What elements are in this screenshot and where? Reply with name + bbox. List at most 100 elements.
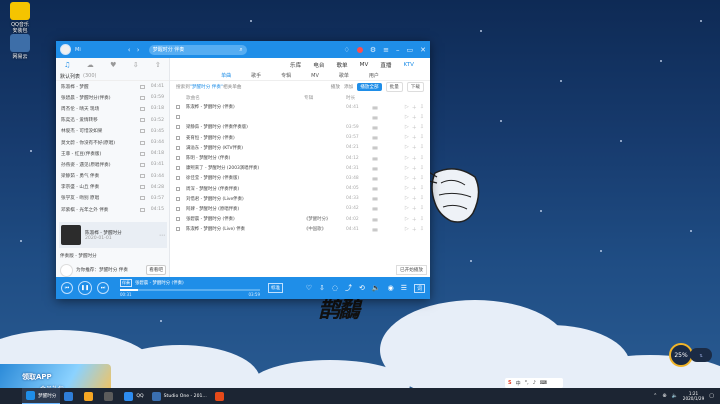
user-name[interactable]: Mi xyxy=(75,47,81,53)
more-icon[interactable]: ⋯ xyxy=(159,232,165,239)
add-icon[interactable]: ＋ xyxy=(412,185,417,192)
download-icon[interactable]: ⇩ xyxy=(133,61,139,69)
desktop-icon-qqmusic[interactable]: QQ音乐 安装包 xyxy=(3,2,37,34)
network-icon[interactable]: ⊕ xyxy=(662,393,666,399)
table-row[interactable]: 梁静茹 - 梦醒时分 (伴奏伴奏版) 03:59 ▮▮▮▮ ▷ ＋ ⇩ xyxy=(170,122,430,132)
mv-icon[interactable] xyxy=(139,207,145,212)
close-icon[interactable]: ✕ xyxy=(420,46,426,54)
playlist-item[interactable]: 张碧晨 - 梦醒时分(伴奏) 03:59 xyxy=(56,92,169,103)
recommend-card[interactable]: 为你推荐：梦醒时分 伴奏 看看吧 xyxy=(60,263,166,277)
shirt-icon[interactable]: ♢ xyxy=(344,46,350,54)
playlist-item[interactable]: 莫文蔚 - 你没有不好(原唱) 03:44 xyxy=(56,137,169,148)
row-checkbox[interactable] xyxy=(176,206,180,211)
add-icon[interactable]: ＋ xyxy=(412,144,417,151)
result-type-tab[interactable]: 歌手 xyxy=(251,72,261,79)
download-button[interactable]: 下载 xyxy=(406,82,424,92)
table-row[interactable]: 满溢东 - 梦醒时分 (KTV伴奏) 04:21 ▮▮▮▮ ▷ ＋ ⇩ xyxy=(170,143,430,153)
add-link[interactable]: 添加 xyxy=(344,84,353,90)
previous-icon[interactable]: ⏮ xyxy=(61,282,73,294)
play-icon[interactable]: ▷ xyxy=(405,144,409,151)
clock[interactable]: 1:21 2020/1/29 xyxy=(683,391,704,401)
playlist-icon[interactable]: ☰ xyxy=(401,284,407,292)
nav-item[interactable]: 歌单 xyxy=(336,61,347,69)
ime-toolbar[interactable]: S 中 °, ♪ ⌨ xyxy=(505,378,563,388)
message-icon[interactable] xyxy=(356,46,363,53)
row-checkbox[interactable] xyxy=(176,115,180,120)
nav-item[interactable]: MV xyxy=(360,62,369,68)
playlist-item[interactable]: 陈淑桦 - 梦醒 04:41 xyxy=(56,81,169,92)
menu-icon[interactable]: ≡ xyxy=(383,46,389,54)
play-icon[interactable]: ▷ xyxy=(405,155,409,162)
playlist-header[interactable]: 默认列表 (300) xyxy=(56,72,169,81)
volume-icon[interactable]: 🔈 xyxy=(372,284,381,292)
search-icon[interactable]: ⌕ xyxy=(239,46,242,54)
ime-keyboard-icon[interactable]: ⌨ xyxy=(540,380,547,386)
table-row[interactable]: 周深 - 梦醒时分 (伴奏伴奏) 04:05 ▮▮▮▮ ▷ ＋ ⇩ xyxy=(170,184,430,194)
result-type-tab[interactable]: 用户 xyxy=(369,72,379,79)
desktop-icon-netease[interactable]: 网易云 xyxy=(3,34,37,60)
mv-icon[interactable] xyxy=(139,140,145,145)
play-icon[interactable]: ▷ xyxy=(405,205,409,212)
taskbar-app[interactable]: 梦醒时分 xyxy=(22,388,61,404)
comment-icon[interactable]: ◌ xyxy=(332,284,338,292)
play-icon[interactable]: ▷ xyxy=(405,114,409,121)
batch-button[interactable]: 批量 xyxy=(385,82,403,92)
download-icon[interactable]: ⇩ xyxy=(420,205,424,212)
add-icon[interactable]: ＋ xyxy=(412,124,417,131)
add-icon[interactable]: ＋ xyxy=(412,104,417,111)
nav-item[interactable]: 直播 xyxy=(380,61,391,69)
result-type-tab[interactable]: MV xyxy=(311,73,319,79)
nav-item[interactable]: 电台 xyxy=(313,61,324,69)
mv-icon[interactable] xyxy=(139,118,145,123)
taskbar-app[interactable]: Studio One - 201... xyxy=(148,388,211,404)
mv-icon[interactable] xyxy=(139,95,145,100)
mini-mode-icon[interactable]: ▭ xyxy=(407,46,414,54)
add-icon[interactable]: ＋ xyxy=(412,134,417,141)
share-icon[interactable]: ⤴ xyxy=(345,283,352,293)
download-icon[interactable]: ⇩ xyxy=(420,114,424,121)
play-icon[interactable]: ▷ xyxy=(405,216,409,223)
row-checkbox[interactable] xyxy=(176,105,180,110)
playlist-item[interactable]: 孙燕姿 - 遇见(原唱伴奏) 03:41 xyxy=(56,159,169,170)
now-playing-card[interactable]: 陈淑桦 - 梦醒时分 2020-01-01 ⋯ xyxy=(59,222,167,248)
row-checkbox[interactable] xyxy=(176,156,180,161)
add-icon[interactable]: ＋ xyxy=(412,165,417,172)
table-row[interactable]: 刘惜君 - 梦醒时分 (Live伴奏) 04:33 ▮▮▮▮ ▷ ＋ ⇩ xyxy=(170,194,430,204)
download-icon[interactable]: ⇩ xyxy=(420,134,424,141)
play-icon[interactable]: ▷ xyxy=(405,226,409,233)
row-checkbox[interactable] xyxy=(176,176,180,181)
table-row[interactable]: 陈明 - 梦醒时分 (伴奏) 04:12 ▮▮▮▮ ▷ ＋ ⇩ xyxy=(170,153,430,163)
taskbar-app[interactable] xyxy=(211,388,231,404)
taskbar-app[interactable]: QQ xyxy=(120,388,147,404)
play-icon[interactable]: ▷ xyxy=(405,124,409,131)
upload-icon[interactable]: ⇧ xyxy=(155,61,161,69)
play-icon[interactable]: ▷ xyxy=(405,195,409,202)
user-avatar[interactable] xyxy=(60,44,71,55)
volume-tray-icon[interactable]: 🔈 xyxy=(672,393,678,399)
mv-icon[interactable] xyxy=(139,84,145,89)
taskbar-app[interactable] xyxy=(80,388,100,404)
speed-detail-pill[interactable]: ⇅ xyxy=(690,348,712,362)
play-icon[interactable]: ▷ xyxy=(405,104,409,111)
row-checkbox[interactable] xyxy=(176,217,180,222)
playlist-item[interactable]: 王菲 - 红豆(伴奏版) 04:18 xyxy=(56,148,169,159)
lyric-button[interactable]: 词 xyxy=(413,283,425,293)
add-icon[interactable]: ＋ xyxy=(412,205,417,212)
taskbar-app[interactable] xyxy=(100,388,120,404)
download-icon[interactable]: ⇩ xyxy=(420,175,424,182)
download-icon[interactable]: ⇩ xyxy=(420,195,424,202)
settings-icon[interactable]: ⚙ xyxy=(370,46,376,54)
mv-icon[interactable] xyxy=(139,185,145,190)
forward-arrow-icon[interactable]: › xyxy=(134,46,143,54)
table-row[interactable]: 陈淑桦 - 梦醒时分 (Live) 伴奏 《中国歌》 04:41 ▮▮▮▮ ▷ ＋ ⇩ xyxy=(170,224,430,234)
result-type-tab[interactable]: 歌单 xyxy=(339,72,349,79)
ime-mode[interactable]: 中 xyxy=(516,380,521,387)
play-icon[interactable]: ▷ xyxy=(405,134,409,141)
play-icon[interactable]: ▷ xyxy=(405,185,409,192)
mv-icon[interactable] xyxy=(139,196,145,201)
favorite-icon[interactable]: ♥ xyxy=(110,61,116,69)
row-checkbox[interactable] xyxy=(176,135,180,140)
play-icon[interactable]: ▷ xyxy=(405,175,409,182)
pause-icon[interactable]: ❚❚ xyxy=(78,281,92,295)
table-row[interactable]: 阿肆 - 梦醒时分 (原唱伴奏) 03:42 ▮▮▮▮ ▷ ＋ ⇩ xyxy=(170,204,430,214)
